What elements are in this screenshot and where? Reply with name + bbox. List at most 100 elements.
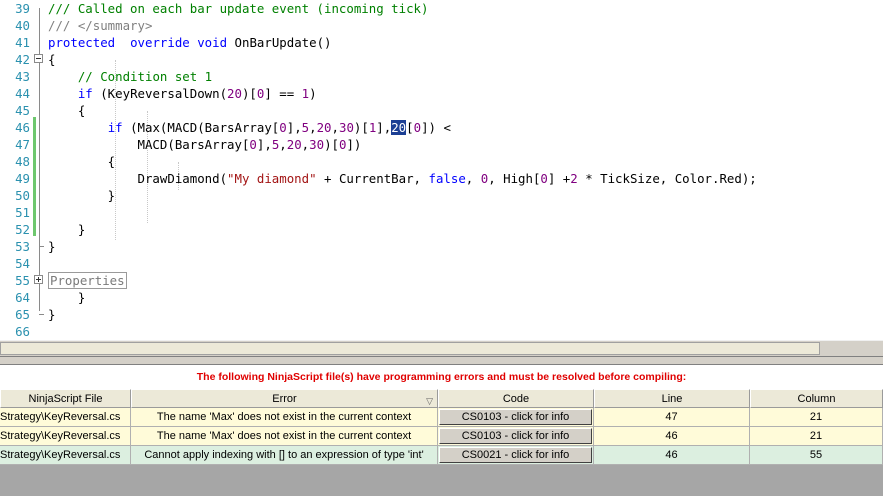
code-line[interactable]: 66 [0,323,883,340]
error-column-cell: 55 [750,446,883,465]
code-token: )[ [241,86,257,101]
code-token: 0 [540,171,548,186]
properties-region-button[interactable]: Properties [48,272,127,289]
code-text: if (Max(MACD(BarsArray[0],5,20,30)[1],20… [48,119,451,136]
line-number: 55 [15,273,30,288]
code-line[interactable]: 42 { [0,51,883,68]
column-header-column[interactable]: Column [750,389,883,408]
code-line[interactable]: 48 { [0,153,883,170]
line-number: 52 [15,222,30,237]
code-token: 0 [279,120,287,135]
column-header-error-label: Error [272,393,297,405]
code-token: ], [286,120,302,135]
code-line[interactable]: 41 protected override void OnBarUpdate() [0,34,883,51]
line-number: 54 [15,256,30,271]
code-line[interactable]: 44 if (KeyReversalDown(20)[0] == 1) [0,85,883,102]
code-token: } [48,222,86,237]
panel-splitter[interactable] [0,356,883,365]
column-header-line[interactable]: Line [594,389,750,408]
code-token: , [465,171,481,186]
line-number: 50 [15,188,30,203]
line-number: 46 [15,120,30,135]
code-line[interactable]: 49 DrawDiamond("My diamond" + CurrentBar… [0,170,883,187]
code-line[interactable]: 53} [0,238,883,255]
code-token: ], [256,137,272,152]
error-code-info-button[interactable]: CS0103 - click for info [439,428,592,444]
horizontal-scrollbar-thumb[interactable] [0,342,820,355]
code-token: + CurrentBar, [316,171,429,186]
code-token: , [309,120,317,135]
horizontal-scrollbar[interactable] [0,340,883,356]
code-token: "My diamond" [227,171,317,186]
error-code-info-button[interactable]: CS0021 - click for info [439,447,592,463]
code-token: false [428,171,466,186]
column-header-code[interactable]: Code [438,389,594,408]
code-token: 0 [249,137,257,152]
column-header-error[interactable]: Error ▽ [131,389,438,408]
code-token: 20 [316,120,332,135]
code-line[interactable]: 40 /// </summary> [0,17,883,34]
error-table-header: NinjaScript File Error ▽ Code Line Column [0,389,883,408]
code-line[interactable]: 43 // Condition set 1 [0,68,883,85]
code-line[interactable]: 54 [0,255,883,272]
code-line[interactable]: 64 } [0,289,883,306]
error-file-cell: Strategy\KeyReversal.cs [0,408,131,427]
line-number: 65 [15,307,30,322]
code-text: MACD(BarsArray[0],5,20,30)[0]) [48,136,362,153]
code-token: if [77,86,93,101]
code-line[interactable]: 65} [0,306,883,323]
code-token: 2 [570,171,578,186]
code-token: 30 [338,120,354,135]
error-row[interactable]: Strategy\KeyReversal.cs The name 'Max' do… [0,408,883,427]
code-token: /// Called on each bar update event (inc… [48,1,429,16]
column-header-file[interactable]: NinjaScript File [0,389,131,408]
code-text: // Condition set 1 [48,68,212,85]
code-text: } [48,221,85,238]
code-line[interactable]: 47 MACD(BarsArray[0],5,20,30)[0]) [0,136,883,153]
code-text: } [48,238,55,255]
code-token: { [48,154,116,169]
code-editor[interactable]: 39 /// Called on each bar update event (i… [0,0,883,340]
code-token: ]) [346,137,362,152]
code-token: { [48,52,56,67]
line-number: 39 [15,1,30,16]
code-token: 20 [227,86,242,101]
error-row[interactable]: Strategy\KeyReversal.cs The name 'Max' do… [0,427,883,446]
code-token: ], [376,120,392,135]
line-number: 42 [15,52,30,67]
line-number: 47 [15,137,30,152]
code-line[interactable]: 50 } [0,187,883,204]
line-number: 48 [15,154,30,169]
code-token: ] == [264,86,302,101]
line-number: 41 [15,35,30,50]
code-text: } [48,306,55,323]
line-number: 45 [15,103,30,118]
error-row[interactable]: Strategy\KeyReversal.cs Cannot apply inde… [0,446,883,465]
code-token: , High[ [488,171,541,186]
code-line[interactable]: 52 } [0,221,883,238]
code-text: Properties [48,272,127,289]
code-token: if [107,120,123,135]
code-token: 0 [413,120,422,135]
code-text: /// </summary> [48,17,152,34]
code-line[interactable]: 45 { [0,102,883,119]
code-text: if (KeyReversalDown(20)[0] == 1) [48,85,317,102]
code-token: ] + [547,171,571,186]
line-number: 43 [15,69,30,84]
code-token: )[ [353,120,369,135]
error-list-panel: The following NinjaScript file(s) have p… [0,365,883,496]
code-token: (KeyReversalDown( [92,86,228,101]
code-line[interactable]: 55 Properties [0,272,883,289]
code-line[interactable]: 51 [0,204,883,221]
code-line[interactable]: 39 /// Called on each bar update event (i… [0,0,883,17]
code-token: (Max(MACD(BarsArray[ [122,120,280,135]
error-code-info-button[interactable]: CS0103 - click for info [439,409,592,425]
code-text: /// Called on each bar update event (inc… [48,0,428,17]
error-code-cell: CS0103 - click for info [438,408,594,427]
code-token: } [48,188,116,203]
code-line[interactable]: 46 if (Max(MACD(BarsArray[0],5,20,30)[1]… [0,119,883,136]
code-token: override [130,35,190,50]
